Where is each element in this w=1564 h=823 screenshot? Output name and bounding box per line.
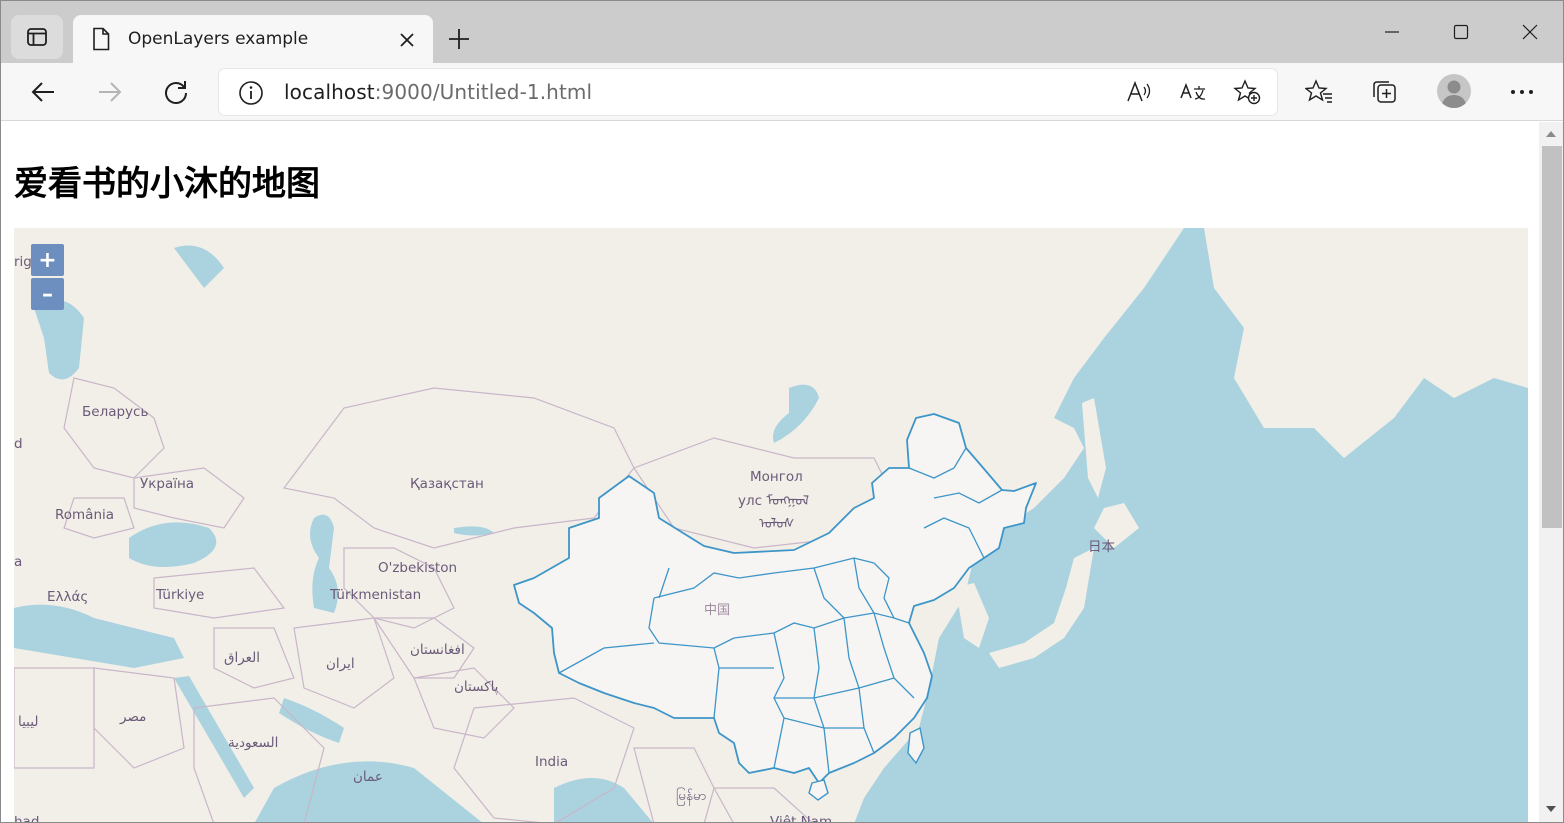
site-info-icon[interactable] (238, 80, 264, 106)
map-label-pakistan: پاکستان (454, 679, 499, 695)
map-label-iran: ایران (326, 656, 355, 672)
map-label-turkey: Türkiye (155, 587, 204, 603)
map-label-edge-bottom-left: had (14, 814, 39, 823)
scroll-down-arrow-icon (1546, 806, 1556, 812)
tab-strip: OpenLayers example (1, 1, 1563, 63)
map-label-ukraine: Україна (140, 476, 194, 492)
tab-actions-icon (27, 28, 47, 46)
more-options-button[interactable] (1504, 74, 1540, 110)
map-label-mongolia-2: улс ᠮᠣᠩᠭᠣᠯ (738, 493, 809, 509)
tab-title: OpenLayers example (128, 29, 309, 49)
translate-button[interactable] (1179, 79, 1207, 105)
new-tab-button[interactable] (443, 23, 475, 55)
map-label-iraq: العراق (224, 650, 260, 666)
map-label-uzbekistan: O'zbekiston (378, 560, 457, 576)
basemap: Беларусь Україна România Ελλάς Türkiye Қ… (14, 228, 1528, 823)
kamchatka-land (1204, 228, 1528, 458)
map-label-egypt: مصر (119, 709, 146, 725)
close-icon (400, 33, 414, 47)
map-label-india: India (535, 754, 568, 770)
map-label-afghanistan: افغانستان (410, 642, 465, 658)
url-text[interactable]: localhost:9000/Untitled-1.html (284, 80, 592, 104)
read-aloud-icon (1127, 80, 1151, 102)
plus-icon (449, 29, 469, 49)
browser-window: OpenLayers example localhost:9000/Untitl… (0, 0, 1564, 823)
map-label-romania: România (55, 507, 114, 523)
map-label-japan: 日本 (1088, 539, 1116, 555)
more-icon (1511, 90, 1533, 94)
collections-icon (1373, 81, 1396, 103)
map-label-mongolia-1: Монгол (750, 469, 803, 485)
url-path: :9000/Untitled-1.html (374, 80, 593, 104)
close-window-button[interactable] (1507, 15, 1553, 49)
map-container[interactable]: Беларусь Україна România Ελλάς Türkiye Қ… (14, 228, 1528, 823)
refresh-icon (165, 81, 187, 104)
add-favorite-button[interactable] (1233, 79, 1261, 105)
scroll-down-button[interactable] (1545, 803, 1557, 815)
japan-land (989, 503, 1139, 668)
favorites-button[interactable] (1301, 74, 1337, 110)
minimize-button[interactable] (1369, 15, 1415, 49)
url-host: localhost (284, 80, 375, 104)
map-label-turkmenistan: Türkmenistan (329, 587, 421, 603)
zoom-control: + – (31, 244, 65, 312)
maximize-icon (1453, 24, 1469, 40)
page-heading: 爱看书的小沐的地图 (14, 164, 320, 204)
close-window-icon (1522, 24, 1538, 40)
page-icon (93, 27, 110, 51)
map-label-mongolia-3: ᠤᠯᠤᠰ (759, 516, 794, 532)
map-label-kazakhstan: Қазақстан (410, 476, 484, 492)
map-label-oman: عمان (353, 769, 383, 785)
read-aloud-button[interactable] (1125, 79, 1153, 105)
minimize-icon (1385, 31, 1399, 33)
forward-arrow-icon (99, 82, 122, 102)
refresh-button[interactable] (158, 74, 194, 110)
tab-actions-button[interactable] (11, 15, 63, 59)
korea-land (954, 583, 989, 648)
profile-icon (1441, 80, 1467, 108)
collections-button[interactable] (1367, 74, 1403, 110)
map-label-edge-left-1: rig (14, 254, 32, 270)
map-label-edge-left-3: a (14, 554, 22, 570)
map-label-libya: ليبيا (18, 714, 38, 730)
favorites-icon (1305, 79, 1332, 103)
vertical-scrollbar[interactable] (1539, 122, 1563, 822)
address-bar[interactable]: localhost:9000/Untitled-1.html (219, 69, 1277, 115)
zoom-out-button[interactable]: – (31, 278, 64, 310)
back-arrow-icon (31, 82, 54, 102)
scroll-thumb[interactable] (1542, 146, 1562, 528)
translate-icon (1180, 82, 1206, 100)
sakhalin-land (1082, 398, 1106, 498)
map-label-saudi: السعودية (228, 735, 278, 751)
profile-avatar[interactable] (1437, 74, 1471, 108)
browser-toolbar: localhost:9000/Untitled-1.html (1, 63, 1563, 121)
back-button[interactable] (25, 74, 61, 110)
map-label-vietnam: Việt Nam (770, 814, 832, 823)
forward-button[interactable] (92, 74, 128, 110)
browser-tab[interactable]: OpenLayers example (73, 15, 433, 63)
map-label-china: 中国 (704, 603, 730, 618)
scroll-up-arrow-icon (1546, 131, 1556, 137)
page-viewport: 爱看书的小沐的地图 Беларусь Україна România Ελλάς… (2, 122, 1539, 823)
map-label-myanmar: မြန်မာ (676, 787, 706, 806)
star-add-icon (1233, 79, 1261, 105)
map-label-belarus: Беларусь (82, 404, 148, 420)
taiwan-island (907, 726, 925, 765)
map-label-edge-left-2: d (14, 436, 23, 452)
tab-close-button[interactable] (395, 28, 419, 52)
scroll-up-button[interactable] (1545, 128, 1557, 140)
map-label-greece: Ελλάς (47, 589, 88, 605)
maximize-button[interactable] (1438, 15, 1484, 49)
zoom-in-button[interactable]: + (31, 244, 64, 276)
